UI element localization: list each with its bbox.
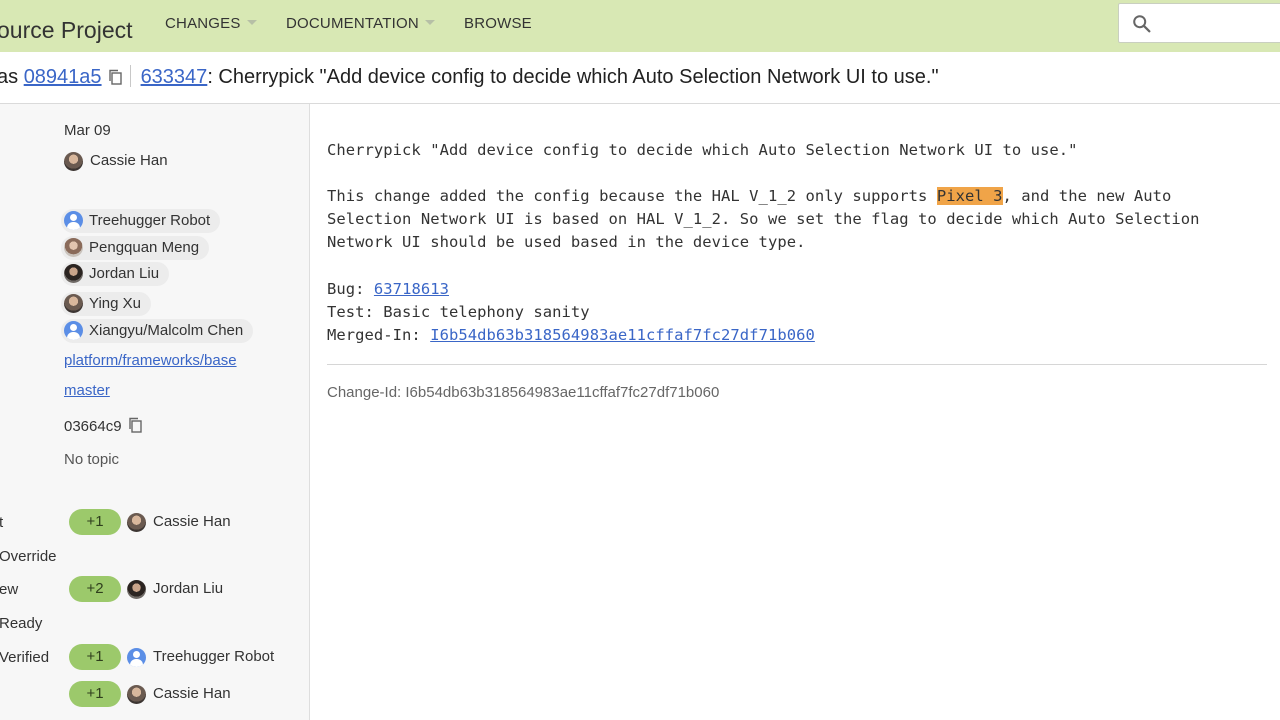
search-icon [1133, 15, 1151, 33]
nav-documentation-label: DOCUMENTATION [286, 15, 419, 32]
caret-down-icon [424, 20, 435, 25]
search-input[interactable] [1118, 3, 1280, 43]
reviewer-chip[interactable]: Xiangyu/Malcolm Chen [61, 319, 254, 343]
reviewer-chip[interactable]: Treehugger Robot [61, 209, 221, 233]
reviewer-name: Ying Xu [89, 295, 141, 312]
merged-in-line: Merged-In: I6b54db63b318564983ae11cffaf7… [327, 326, 815, 344]
reviewer-name: Pengquan Meng [89, 239, 200, 256]
topic: No topic [64, 451, 120, 468]
voter[interactable]: Cassie Han [127, 685, 231, 704]
voter[interactable]: Cassie Han [127, 513, 231, 532]
avatar [64, 238, 83, 257]
vote-chip[interactable]: +1 [69, 509, 121, 535]
parent-commit-hash: 03664c9 [64, 418, 122, 435]
avatar [64, 211, 83, 230]
copy-icon[interactable] [128, 417, 142, 433]
nav-changes[interactable]: CHANGES [165, 15, 257, 32]
voter-name: Cassie Han [153, 513, 231, 530]
avatar [127, 648, 146, 667]
bug-link[interactable]: 63718613 [374, 280, 449, 298]
commit-message-text: , and the new Auto [1002, 187, 1172, 205]
updated-date: Mar 09 [64, 122, 111, 139]
change-id: Change-Id: I6b54db63b318564983ae11cffaf7… [327, 384, 720, 401]
change-number-link[interactable]: 633347 [141, 66, 208, 88]
branch-link[interactable]: master [64, 382, 110, 399]
avatar [64, 152, 83, 171]
merged-in-link[interactable]: I6b54db63b318564983ae11cffaf7fc27df71b06… [430, 326, 815, 344]
avatar [64, 264, 83, 283]
change-header: as 08941a5 633347: Cherrypick "Add device… [0, 52, 1280, 104]
change-prefix: as [0, 66, 19, 88]
test-line: Test: Basic telephony sanity [327, 303, 590, 321]
commit-message-line: Network UI should be used based in the d… [327, 233, 806, 251]
copy-icon[interactable] [108, 69, 122, 85]
avatar [127, 685, 146, 704]
nav-browse[interactable]: BROWSE [464, 15, 532, 32]
commit-link[interactable]: 08941a5 [24, 66, 102, 88]
caret-down-icon [246, 20, 257, 25]
reviewer-name: Jordan Liu [89, 265, 160, 282]
search-highlight: Pixel 3 [936, 187, 1003, 205]
voter[interactable]: Jordan Liu [127, 580, 224, 599]
merged-in-label: Merged-In: [327, 326, 431, 344]
reviewer-chip[interactable]: Pengquan Meng [61, 236, 210, 260]
bug-line: Bug: 63718613 [327, 280, 449, 298]
vote-chip[interactable]: +1 [69, 644, 121, 670]
voter-name: Jordan Liu [153, 580, 224, 597]
nav-changes-label: CHANGES [165, 15, 241, 32]
top-bar: ource Project CHANGES DOCUMENTATION BROW… [0, 0, 1280, 52]
commit-message-line: This change added the config because the… [327, 187, 1171, 205]
avatar [64, 294, 83, 313]
label-name: Override [0, 548, 57, 565]
divider [327, 364, 1267, 365]
divider [129, 65, 131, 87]
commit-message-text: This change added the config because the… [327, 187, 937, 205]
vote-chip[interactable]: +2 [69, 576, 121, 602]
commit-message-title: Cherrypick "Add device config to decide … [327, 141, 1078, 159]
label-name: Ready [0, 615, 43, 632]
label-name: t [0, 514, 4, 531]
nav-documentation[interactable]: DOCUMENTATION [286, 15, 435, 32]
label-name: Verified [0, 649, 50, 666]
owner-name: Cassie Han [90, 152, 168, 169]
change-info-panel: Mar 09 Cassie Han Treehugger Robot Pengq… [0, 104, 310, 720]
voter-name: Cassie Han [153, 685, 231, 702]
avatar [127, 513, 146, 532]
voter[interactable]: Treehugger Robot [127, 648, 275, 667]
change-subject: : Cherrypick "Add device config to decid… [207, 66, 939, 88]
nav-browse-label: BROWSE [464, 15, 532, 32]
label-name: ew [0, 581, 19, 598]
reviewer-chip[interactable]: Ying Xu [61, 292, 151, 316]
commit-message-line: Selection Network UI is based on HAL V_1… [327, 210, 1200, 228]
site-brand[interactable]: ource Project [0, 17, 133, 44]
parent-commit: 03664c9 [64, 417, 142, 435]
reviewer-name: Treehugger Robot [89, 212, 211, 229]
voter-name: Treehugger Robot [153, 648, 275, 665]
vote-chip[interactable]: +1 [69, 681, 121, 707]
reviewer-chip[interactable]: Jordan Liu [61, 262, 170, 286]
project-link[interactable]: platform/frameworks/base [64, 352, 237, 369]
avatar [64, 321, 83, 340]
owner[interactable]: Cassie Han [64, 152, 168, 171]
reviewer-name: Xiangyu/Malcolm Chen [89, 322, 244, 339]
bug-label: Bug: [327, 280, 374, 298]
avatar [127, 580, 146, 599]
